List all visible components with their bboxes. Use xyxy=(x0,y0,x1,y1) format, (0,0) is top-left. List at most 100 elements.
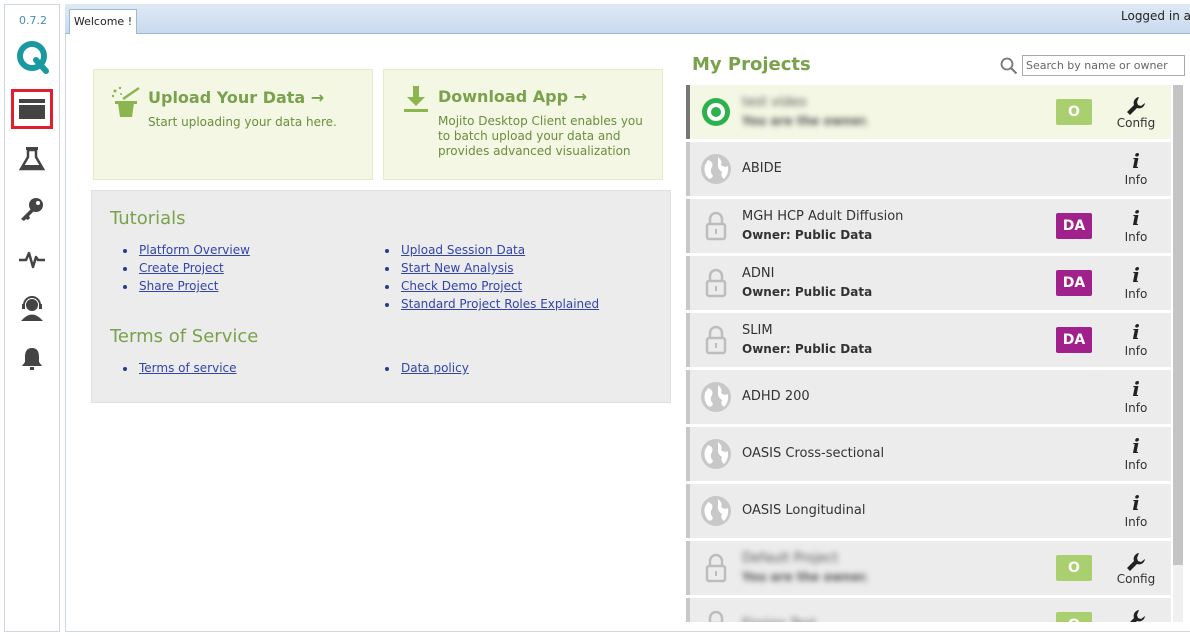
lock-icon xyxy=(705,325,727,355)
folder-icon xyxy=(19,99,45,119)
lock-icon xyxy=(705,553,727,583)
info-icon: i xyxy=(1132,206,1140,230)
table-row[interactable]: test video You are the owner. O Config xyxy=(686,85,1171,139)
table-row[interactable]: SLIM Owner: Public Data DA i Info xyxy=(686,313,1171,367)
table-row[interactable]: Default Project You are the owner. O Config xyxy=(686,541,1171,595)
sidebar-item-support[interactable] xyxy=(11,289,53,329)
wrench-icon xyxy=(1108,606,1164,622)
pulse-icon xyxy=(19,251,45,269)
terms-heading: Terms of Service xyxy=(110,326,259,347)
project-owner: You are the owner. xyxy=(742,114,869,128)
project-info-button[interactable]: i Info xyxy=(1108,378,1164,418)
project-config-button[interactable]: Config xyxy=(1108,606,1164,622)
project-info-button[interactable]: i Info xyxy=(1108,435,1164,475)
login-status: Logged in as xyxy=(1121,9,1190,23)
table-row[interactable]: MGH HCP Adult Diffusion Owner: Public Dat… xyxy=(686,199,1171,253)
tutorial-link-create-project[interactable]: Create Project xyxy=(139,261,224,275)
lock-icon xyxy=(707,610,725,622)
support-agent-icon xyxy=(21,296,43,321)
project-name[interactable]: Default Project xyxy=(742,551,838,566)
sidebar-item-notifications[interactable] xyxy=(11,339,53,379)
globe-icon xyxy=(701,382,731,412)
project-name[interactable]: SLIM xyxy=(742,323,773,338)
project-search-input[interactable] xyxy=(1022,55,1185,76)
list-item: Platform Overview xyxy=(110,241,250,259)
project-list-scroll-thumb[interactable] xyxy=(1173,85,1183,565)
project-config-button[interactable]: Config xyxy=(1108,93,1164,133)
project-owner: You are the owner. xyxy=(742,570,869,584)
wrench-icon xyxy=(1108,93,1164,115)
target-icon xyxy=(702,98,730,126)
table-row[interactable]: Florian Test O Config xyxy=(686,598,1171,622)
action-label: Info xyxy=(1124,230,1148,244)
table-row[interactable]: ABIDE i Info xyxy=(686,142,1171,196)
terms-list-left: Terms of service xyxy=(110,359,237,377)
project-name[interactable]: MGH HCP Adult Diffusion xyxy=(742,209,903,224)
globe-icon xyxy=(701,496,731,526)
table-row[interactable]: ADHD 200 i Info xyxy=(686,370,1171,424)
action-label: Info xyxy=(1124,173,1148,187)
project-name[interactable]: OASIS Longitudinal xyxy=(742,503,865,518)
lock-icon xyxy=(705,211,727,241)
project-info-button[interactable]: i Info xyxy=(1108,321,1164,361)
info-icon: i xyxy=(1132,377,1140,401)
info-icon: i xyxy=(1132,491,1140,515)
action-label: Info xyxy=(1124,401,1148,415)
project-name[interactable]: OASIS Cross-sectional xyxy=(742,446,884,461)
role-badge: DA xyxy=(1056,327,1092,353)
project-info-button[interactable]: i Info xyxy=(1108,150,1164,190)
role-badge: O xyxy=(1056,99,1092,125)
project-name[interactable]: Florian Test xyxy=(742,617,816,622)
table-row[interactable]: ADNI Owner: Public Data DA i Info xyxy=(686,256,1171,310)
magic-hat-icon xyxy=(111,86,140,117)
upload-data-title[interactable]: Upload Your Data → xyxy=(148,88,324,107)
upload-data-card[interactable]: Upload Your Data → Start uploading your … xyxy=(93,69,373,180)
download-icon xyxy=(404,86,428,112)
version-label: 0.7.2 xyxy=(19,14,47,27)
action-label: Info xyxy=(1124,458,1148,472)
tutorials-list-right: Upload Session Data Start New Analysis C… xyxy=(372,241,599,313)
wrench-icon xyxy=(1108,549,1164,571)
sidebar-item-keys[interactable] xyxy=(11,189,53,229)
project-name[interactable]: ADNI xyxy=(742,266,774,281)
sidebar-item-activity[interactable] xyxy=(11,239,53,279)
project-name[interactable]: test video xyxy=(742,95,807,110)
project-owner: Owner: Public Data xyxy=(742,285,873,299)
download-app-desc: Mojito Desktop Client enables you to bat… xyxy=(438,114,643,158)
sidebar-item-analysis[interactable] xyxy=(11,139,53,179)
project-name[interactable]: ADHD 200 xyxy=(742,389,810,404)
download-app-card[interactable]: Download App → Mojito Desktop Client ena… xyxy=(383,69,663,180)
project-config-button[interactable]: Config xyxy=(1108,549,1164,589)
tutorials-heading: Tutorials xyxy=(110,208,186,229)
project-list: test video You are the owner. O Config ABIDE… xyxy=(686,85,1171,622)
role-badge: DA xyxy=(1056,213,1092,239)
terms-of-service-link[interactable]: Terms of service xyxy=(139,361,237,375)
table-row[interactable]: OASIS Longitudinal i Info xyxy=(686,484,1171,538)
action-label: Info xyxy=(1124,515,1148,529)
project-info-button[interactable]: i Info xyxy=(1108,207,1164,247)
tutorial-link-demo-project[interactable]: Check Demo Project xyxy=(401,279,522,293)
list-item: Terms of service xyxy=(110,359,237,377)
tab-welcome[interactable]: Welcome ! xyxy=(69,9,137,35)
tutorial-link-upload-session[interactable]: Upload Session Data xyxy=(401,243,525,257)
lock-icon xyxy=(705,268,727,298)
project-info-button[interactable]: i Info xyxy=(1108,492,1164,532)
project-info-button[interactable]: i Info xyxy=(1108,264,1164,304)
role-badge: DA xyxy=(1056,270,1092,296)
sidebar-item-projects[interactable] xyxy=(11,89,53,129)
tutorial-link-share-project[interactable]: Share Project xyxy=(139,279,219,293)
project-name[interactable]: ABIDE xyxy=(742,161,782,176)
action-label: Info xyxy=(1124,344,1148,358)
table-row[interactable]: OASIS Cross-sectional i Info xyxy=(686,427,1171,481)
info-icon: i xyxy=(1132,434,1140,458)
download-app-title[interactable]: Download App → xyxy=(438,87,587,106)
list-item: Share Project xyxy=(110,277,250,295)
tutorial-link-start-analysis[interactable]: Start New Analysis xyxy=(401,261,514,275)
tutorials-list-left: Platform Overview Create Project Share P… xyxy=(110,241,250,295)
bell-icon xyxy=(22,348,42,370)
tutorial-link-platform-overview[interactable]: Platform Overview xyxy=(139,243,250,257)
tutorials-terms-box: Tutorials Platform Overview Create Proje… xyxy=(91,190,671,403)
info-icon: i xyxy=(1132,320,1140,344)
data-policy-link[interactable]: Data policy xyxy=(401,361,469,375)
tutorial-link-project-roles[interactable]: Standard Project Roles Explained xyxy=(401,297,599,311)
